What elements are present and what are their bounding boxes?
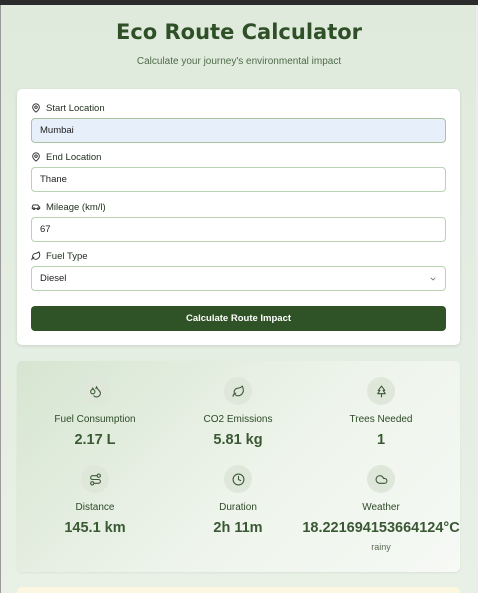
fuel-consumption-label: Fuel Consumption (54, 414, 136, 425)
droplets-icon (81, 377, 109, 405)
fuel-type-label: Fuel Type (31, 249, 88, 263)
start-location-value: Mumbai (40, 125, 74, 136)
duration-value: 2h 11m (213, 520, 263, 536)
trees-needed-stat: Trees Needed 1 (306, 377, 456, 448)
page-subtitle: Calculate your journey's environmental i… (136, 56, 342, 67)
mileage-label-text: Mileage (km/l) (46, 201, 106, 213)
weather-condition: rainy (371, 542, 391, 552)
mileage-value: 67 (40, 224, 51, 235)
page-title: Eco Route Calculator (115, 20, 363, 44)
leaf-icon (224, 377, 252, 405)
trees-needed-label: Trees Needed (349, 414, 413, 425)
end-location-value: Thane (40, 174, 67, 185)
route-icon (81, 465, 109, 493)
results-panel: Fuel Consumption 2.17 L CO2 Emissions 5.… (17, 361, 460, 572)
chevron-down-icon (430, 277, 436, 280)
window-left-edge (0, 5, 1, 593)
co2-emissions-value: 5.81 kg (213, 432, 263, 448)
weather-value: 18.221694153664124°C (302, 520, 460, 536)
distance-value: 145.1 km (64, 520, 126, 536)
mileage-input[interactable]: 67 (31, 217, 446, 242)
window-top-bar (0, 0, 478, 5)
start-location-label: Start Location (31, 101, 105, 115)
mileage-label: Mileage (km/l) (31, 200, 106, 214)
car-icon (31, 204, 41, 210)
fuel-consumption-value: 2.17 L (74, 432, 116, 448)
duration-stat: Duration 2h 11m (163, 465, 313, 536)
start-location-label-text: Start Location (46, 102, 105, 114)
cloud-icon (367, 465, 395, 493)
calculate-route-button[interactable]: Calculate Route Impact (31, 306, 446, 331)
start-location-input[interactable]: Mumbai (31, 118, 446, 143)
weather-stat: Weather 18.221694153664124°C rainy (302, 465, 460, 552)
fuel-type-label-text: Fuel Type (46, 250, 88, 262)
fuel-type-value: Diesel (40, 273, 67, 284)
co2-emissions-label: CO2 Emissions (203, 414, 273, 425)
end-location-label-text: End Location (46, 151, 102, 163)
duration-label: Duration (219, 502, 257, 513)
fuel-consumption-stat: Fuel Consumption 2.17 L (20, 377, 170, 448)
end-location-label: End Location (31, 150, 101, 164)
next-section-card (17, 587, 460, 593)
map-pin-icon (32, 103, 40, 113)
fuel-type-select[interactable]: Diesel (31, 266, 446, 291)
weather-label: Weather (362, 502, 400, 513)
tree-icon (367, 377, 395, 405)
trees-needed-value: 1 (376, 432, 386, 448)
clock-icon (224, 465, 252, 493)
distance-stat: Distance 145.1 km (20, 465, 170, 536)
end-location-input[interactable]: Thane (31, 167, 446, 192)
route-form: Start Location Mumbai End Location Thane… (17, 89, 460, 345)
map-pin-icon (32, 152, 40, 162)
distance-label: Distance (75, 502, 115, 513)
co2-emissions-stat: CO2 Emissions 5.81 kg (163, 377, 313, 448)
leaf-icon (31, 251, 41, 261)
